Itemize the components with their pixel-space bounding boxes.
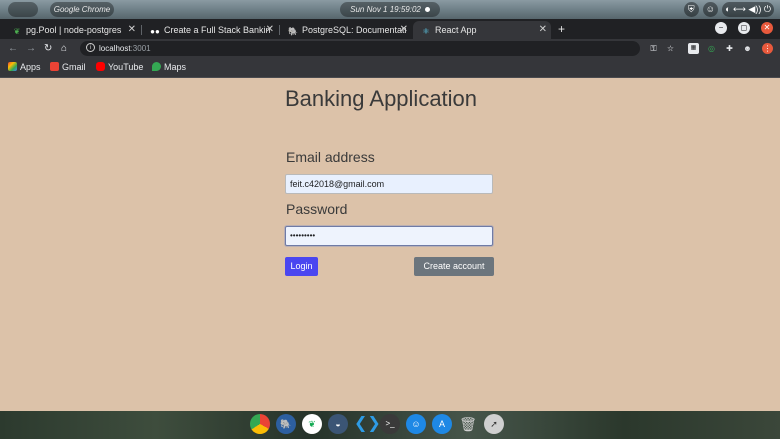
email-input[interactable]: feit.c42018@gmail.com <box>285 174 493 194</box>
home-icon[interactable]: ⌂ <box>61 39 67 58</box>
page-viewport: Banking Application Email address feit.c… <box>0 78 780 411</box>
key-icon[interactable]: ⚿ <box>648 43 659 54</box>
new-tab-icon[interactable]: + <box>558 21 565 37</box>
bookmark-gmail[interactable]: Gmail <box>50 58 86 77</box>
back-icon[interactable]: ← <box>8 39 18 58</box>
os-top-bar: Google Chrome Sun Nov 1 19:59:02 ⛨ ☺ ◐ ⟷… <box>0 0 780 19</box>
url-text: localhost:3001 <box>99 41 151 56</box>
menu-icon[interactable]: ⋮ <box>762 43 773 54</box>
medium-icon: ●● <box>150 27 160 36</box>
close-icon[interactable]: ✕ <box>400 21 408 39</box>
url-host: localhost <box>99 44 131 53</box>
tab-label: Create a Full Stack Bankin <box>164 25 271 35</box>
profile-avatar-icon[interactable]: ☻ <box>742 43 753 54</box>
system-status-icon[interactable]: ◐ ⟷ ◀)) ⏻ <box>722 2 774 17</box>
tab-label: React App <box>435 25 477 35</box>
chrome-icon[interactable] <box>250 414 270 434</box>
bookmark-label: Apps <box>20 62 41 72</box>
email-label: Email address <box>286 149 375 165</box>
browser-toolbar: ← → ↻ ⌂ i localhost:3001 ⚿ ☆ ▦ ◎ ✚ ☻ ⋮ <box>0 39 780 58</box>
star-icon[interactable]: ☆ <box>665 43 676 54</box>
os-dock: 🐘 ❦ ◒ ❮❯ >_ ☺ A 🗑 ➚ <box>0 411 780 439</box>
youtube-icon <box>96 62 105 71</box>
app-store-icon[interactable]: A <box>432 414 452 434</box>
password-input[interactable]: ••••••••• <box>285 226 493 246</box>
dock-icons: 🐘 ❦ ◒ ❮❯ >_ ☺ A 🗑 ➚ <box>250 414 504 436</box>
tab-postgresql-docs[interactable]: 🐘 PostgreSQL: Documentati ✕ <box>280 21 412 39</box>
address-bar[interactable]: i localhost:3001 <box>80 41 640 56</box>
accessibility-icon[interactable]: ☺ <box>702 2 718 17</box>
tab-create-full-stack[interactable]: ●● Create a Full Stack Bankin ✕ <box>142 21 278 39</box>
login-button[interactable]: Login <box>285 257 318 276</box>
leaf-icon: ❦ <box>13 27 21 36</box>
extension-green-icon[interactable]: ◎ <box>706 43 717 54</box>
reload-icon[interactable]: ↻ <box>44 39 52 58</box>
recording-dot-icon <box>424 7 430 12</box>
gmail-icon <box>50 62 59 71</box>
clock-text: Sun Nov 1 19:59:02 <box>350 5 421 14</box>
bookmark-label: Maps <box>164 62 187 72</box>
apps-grid-icon <box>8 62 17 71</box>
mongodb-leaf-icon[interactable]: ❦ <box>302 414 322 434</box>
page-title: Banking Application <box>285 86 478 111</box>
close-icon[interactable]: ✕ <box>266 21 274 39</box>
tab-pg-pool[interactable]: ❦ pg.Pool | node-postgres ✕ <box>4 21 140 39</box>
elephant-icon: 🐘 <box>288 27 298 36</box>
postgres-elephant-icon[interactable]: 🐘 <box>276 414 296 434</box>
react-icon: ⚛ <box>422 27 430 36</box>
bookmark-label: Gmail <box>62 62 86 72</box>
bookmark-maps[interactable]: Maps <box>152 58 186 77</box>
create-account-button[interactable]: Create account <box>414 257 494 276</box>
close-icon[interactable]: ✕ <box>128 21 136 39</box>
bookmarks-bar: Apps Gmail YouTube Maps <box>0 58 780 78</box>
extension-icon[interactable]: ▦ <box>688 43 699 54</box>
status-icons: ⛨ ☺ ◐ ⟷ ◀)) ⏻ <box>683 2 774 17</box>
finder-icon[interactable]: ☺ <box>406 414 426 434</box>
info-icon[interactable]: i <box>86 43 95 52</box>
close-icon[interactable]: ✕ <box>539 21 547 39</box>
active-app-name[interactable]: Google Chrome <box>50 2 114 17</box>
vscode-icon[interactable]: ❮❯ <box>354 414 381 434</box>
database-tool-icon[interactable]: ◒ <box>328 414 348 434</box>
url-port: :3001 <box>130 44 151 53</box>
minimize-icon[interactable]: − <box>715 22 727 34</box>
bookmark-apps[interactable]: Apps <box>8 58 41 77</box>
close-window-icon[interactable]: ✕ <box>761 22 773 34</box>
password-label: Password <box>286 201 348 217</box>
maps-icon <box>152 62 161 71</box>
bookmark-label: YouTube <box>108 62 144 72</box>
shield-icon[interactable]: ⛨ <box>683 2 699 17</box>
tab-label: PostgreSQL: Documentati <box>302 25 407 35</box>
bookmark-youtube[interactable]: YouTube <box>96 58 143 77</box>
launchpad-rocket-icon[interactable]: ➚ <box>484 414 504 434</box>
tab-strip: ❦ pg.Pool | node-postgres ✕ ●● Create a Fu… <box>0 19 780 39</box>
tab-label: pg.Pool | node-postgres <box>26 25 122 35</box>
terminal-icon[interactable]: >_ <box>380 414 400 434</box>
tab-react-app[interactable]: ⚛ React App ✕ <box>413 21 551 39</box>
forward-icon[interactable]: → <box>26 39 36 58</box>
system-clock[interactable]: Sun Nov 1 19:59:02 <box>340 2 440 17</box>
trash-icon[interactable]: 🗑 <box>458 414 478 434</box>
maximize-icon[interactable]: ◻ <box>738 22 750 34</box>
puzzle-icon[interactable]: ✚ <box>724 43 735 54</box>
apple-menu-icon[interactable] <box>8 2 38 17</box>
